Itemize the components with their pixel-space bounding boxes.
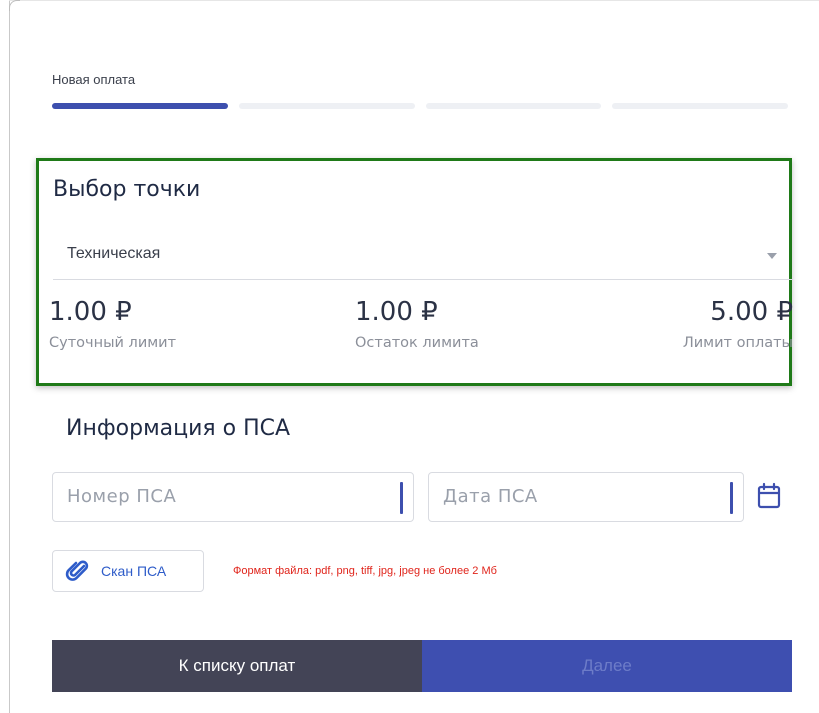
- step-3-indicator: [425, 103, 602, 109]
- paperclip-icon: [65, 560, 89, 581]
- window-border-top: [9, 0, 819, 1]
- daily-limit-label: Суточный лимит: [49, 335, 177, 351]
- psa-date-placeholder: Дата ПСА: [443, 486, 538, 507]
- window-border: [9, 0, 10, 713]
- remaining-limit-value: 1.00 ₽: [355, 297, 438, 327]
- payment-limit-value: 5.00 ₽: [710, 297, 793, 327]
- next-button[interactable]: Далее: [422, 640, 792, 692]
- file-format-hint: Формат файла: pdf, png, tiff, jpg, jpeg …: [233, 565, 497, 577]
- point-section-title: Выбор точки: [53, 177, 201, 202]
- psa-date-input[interactable]: Дата ПСА: [428, 472, 744, 522]
- step-4-indicator: [612, 103, 788, 109]
- window-corner: [9, 0, 20, 11]
- daily-limit-value: 1.00 ₽: [49, 297, 132, 327]
- text-cursor: [730, 482, 733, 514]
- psa-number-placeholder: Номер ПСА: [67, 486, 177, 507]
- step-1-indicator: [52, 103, 228, 109]
- point-select-value: Техническая: [67, 245, 161, 262]
- remaining-limit: 1.00 ₽ Остаток лимита: [355, 297, 479, 351]
- text-cursor: [400, 482, 403, 514]
- remaining-limit-label: Остаток лимита: [355, 335, 479, 351]
- step-title: Новая оплата: [52, 72, 136, 87]
- scan-button-label: Скан ПСА: [101, 563, 167, 579]
- step-2-indicator: [238, 103, 415, 109]
- scan-upload-button[interactable]: Скан ПСА: [52, 550, 204, 592]
- payment-limit: 5.00 ₽ Лимит оплаты: [657, 297, 793, 351]
- chevron-down-icon[interactable]: [767, 253, 777, 259]
- point-selection-panel: Выбор точки Техническая 1.00 ₽ Суточный …: [36, 158, 793, 386]
- daily-limit: 1.00 ₽ Суточный лимит: [49, 297, 176, 351]
- point-select[interactable]: Техническая: [53, 233, 793, 280]
- psa-section-title: Информация о ПСА: [66, 416, 291, 441]
- psa-number-input[interactable]: Номер ПСА: [52, 472, 414, 522]
- stepper: [52, 103, 788, 109]
- back-to-payments-button[interactable]: К списку оплат: [52, 640, 422, 692]
- calendar-icon[interactable]: [756, 482, 782, 510]
- payment-limit-label: Лимит оплаты: [682, 335, 793, 351]
